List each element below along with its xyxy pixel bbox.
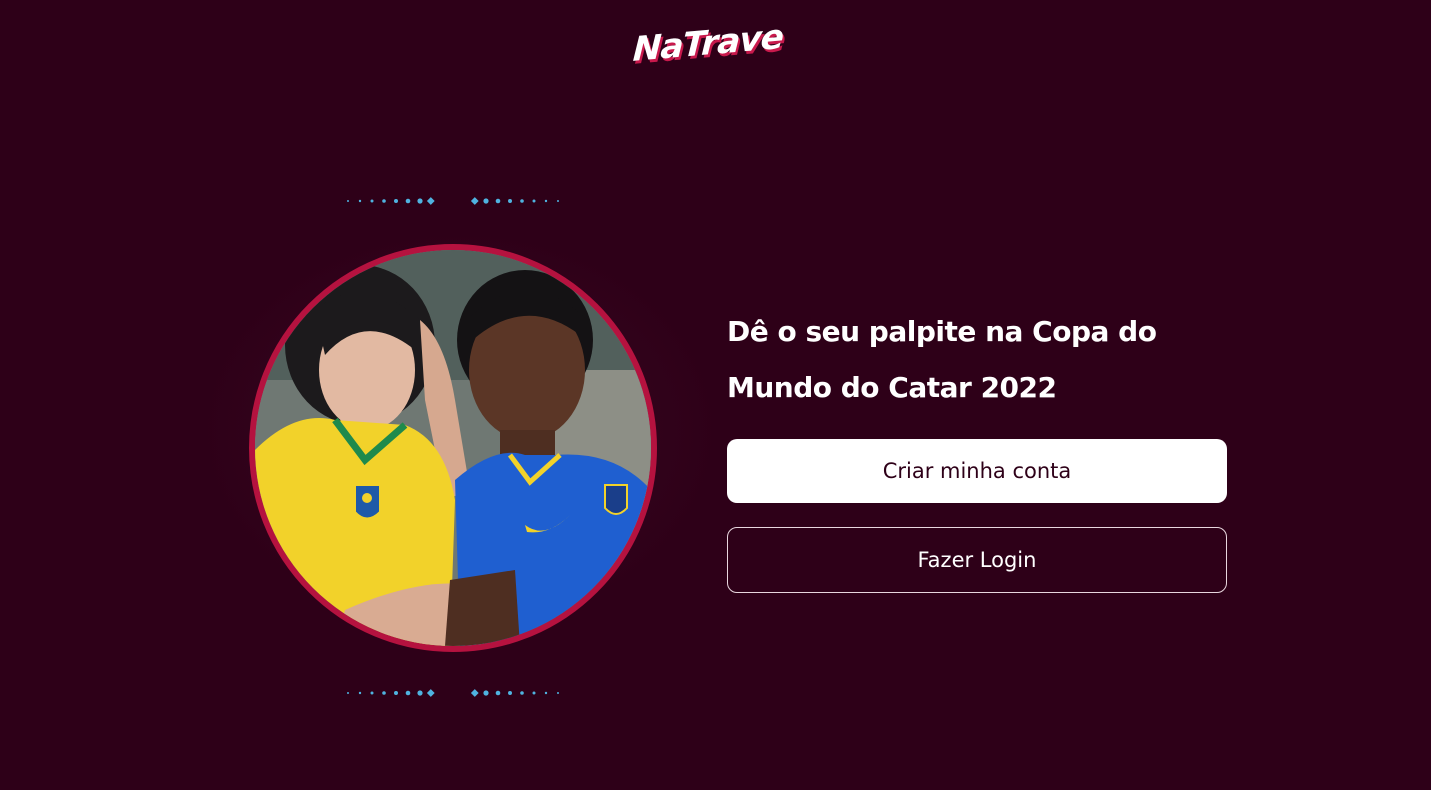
decorative-dots-bottom <box>347 689 559 697</box>
natrave-logo[interactable]: NaTrave <box>632 17 794 80</box>
logo-text: NaTrave <box>631 17 785 70</box>
create-account-button[interactable]: Criar minha conta <box>727 439 1227 503</box>
photo-fans-brazil-jerseys-icon <box>255 250 651 646</box>
headline: Dê o seu palpite na Copa do Mundo do Cat… <box>727 315 1157 404</box>
login-button[interactable]: Fazer Login <box>727 527 1227 593</box>
landing-page: NaTrave Dê o seu palpite na Copa do Mund… <box>0 0 1431 790</box>
hero-photo <box>249 244 657 652</box>
decorative-dots-top <box>347 197 559 205</box>
